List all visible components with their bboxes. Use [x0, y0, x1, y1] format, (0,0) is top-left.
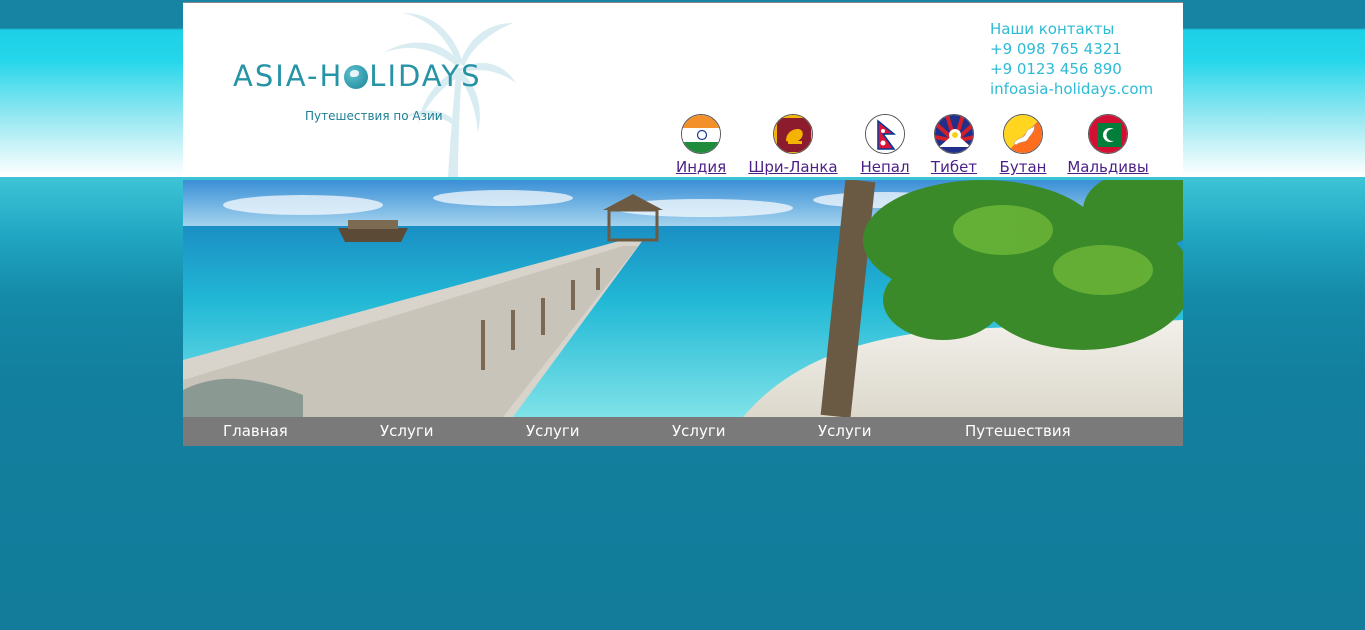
country-link-india[interactable]: Индия	[676, 111, 726, 176]
country-link-bhutan[interactable]: Бутан	[997, 111, 1049, 176]
country-label-bhutan: Бутан	[999, 158, 1047, 176]
india-flag-icon	[681, 114, 721, 154]
contacts-title: Наши контакты	[990, 20, 1115, 38]
country-link-tibet[interactable]: Тибет	[928, 111, 980, 176]
nav-services-2[interactable]: Услуги	[526, 422, 579, 440]
country-links: Индия Шри-Ланка Непал Тибет Бутан Мальди…	[183, 111, 1183, 177]
nepal-flag-icon	[865, 114, 905, 154]
country-label-maldives: Мальдивы	[1067, 158, 1149, 176]
country-link-nepal[interactable]: Непал	[857, 111, 913, 176]
contacts-block: Наши контакты +9 098 765 4321 +9 0123 45…	[990, 19, 1153, 99]
country-link-sri-lanka[interactable]: Шри-Ланка	[748, 111, 838, 176]
maldives-flag-icon	[1088, 114, 1128, 154]
country-link-maldives[interactable]: Мальдивы	[1067, 111, 1149, 176]
nav-travel[interactable]: Путешествия	[965, 422, 1071, 440]
nav-services-4[interactable]: Услуги	[818, 422, 871, 440]
contact-email: infoasia-holidays.com	[990, 80, 1154, 98]
country-label-india: Индия	[676, 158, 727, 176]
page-container: ASIA-H LIDAYS Путешествия по Азии Наши ко…	[183, 0, 1183, 630]
hero-banner-image	[183, 180, 1183, 417]
nav-home[interactable]: Главная	[223, 422, 288, 440]
nav-services-3[interactable]: Услуги	[672, 422, 725, 440]
site-header: ASIA-H LIDAYS Путешествия по Азии Наши ко…	[183, 2, 1183, 177]
nav-services-1[interactable]: Услуги	[380, 422, 433, 440]
country-label-nepal: Непал	[860, 158, 910, 176]
country-label-tibet: Тибет	[930, 158, 978, 176]
sri-lanka-flag-icon	[773, 114, 813, 154]
tibet-flag-icon	[934, 114, 974, 154]
country-label-sri-lanka: Шри-Ланка	[748, 158, 838, 176]
logo-text-start: ASIA-H	[233, 59, 344, 93]
bhutan-flag-icon	[1003, 114, 1043, 154]
contact-phone-1: +9 098 765 4321	[990, 40, 1122, 58]
contact-phone-2: +9 0123 456 890	[990, 60, 1122, 78]
main-navigation: Главная Услуги Услуги Услуги Услуги Путе…	[183, 417, 1183, 446]
site-logo[interactable]: ASIA-H LIDAYS	[233, 59, 482, 93]
logo-text-end: LIDAYS	[369, 59, 482, 93]
globe-icon	[344, 65, 369, 89]
